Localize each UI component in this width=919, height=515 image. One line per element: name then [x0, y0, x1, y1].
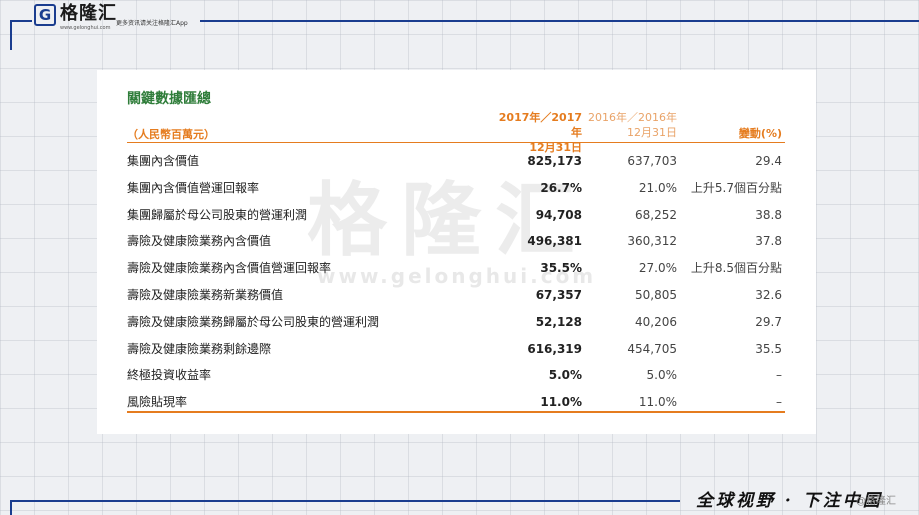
table-cell-v2016: 5.0%	[646, 368, 678, 383]
data-card: 格隆汇 www.gelonghui.com 關鍵數據匯總 （人民幣百萬元） 20…	[97, 70, 816, 434]
column-header-line: 2016年／2016年	[588, 111, 677, 124]
table-cell-change: –	[776, 368, 782, 383]
table-cell-v2017: 26.7%	[540, 180, 582, 195]
frame-line	[10, 20, 12, 50]
frame-line	[10, 500, 680, 502]
table-cell-v2017: 94,708	[535, 207, 582, 222]
table-cell-v2017: 52,128	[535, 314, 582, 329]
table-cell-label: 壽險及健康險業務歸屬於母公司股東的營運利潤	[127, 314, 380, 329]
table-cell-v2016: 40,206	[635, 314, 677, 329]
table-cell-label: 壽險及健康險業務新業務價值	[127, 287, 284, 302]
table-cell-v2017: 616,319	[527, 341, 582, 356]
table-row: 壽險及健康險業務內含價值營運回報率 35.5% 27.0% 上升8.5個百分點	[127, 255, 785, 282]
credit: @格隆汇	[856, 496, 896, 507]
table-cell-v2017: 35.5%	[540, 261, 582, 276]
header-divider	[127, 142, 785, 143]
column-header-2016: 2016年／2016年 12月31日	[587, 110, 677, 140]
table-cell-v2016: 27.0%	[638, 261, 677, 276]
table-cell-label: 集團歸屬於母公司股東的營運利潤	[127, 207, 308, 222]
slogan: 全球视野 · 下注中国	[696, 491, 883, 511]
table-row: 集團內含價值 825,173 637,703 29.4	[127, 148, 785, 175]
table-row: 壽險及健康險業務剩餘邊際 616,319 454,705 35.5	[127, 336, 785, 363]
table-cell-v2017: 496,381	[527, 234, 582, 249]
column-header-change: 變動(%)	[738, 127, 782, 140]
brand-name: 格隆汇	[60, 3, 117, 24]
table-row: 壽險及健康險業務內含價值 496,381 360,312 37.8	[127, 228, 785, 255]
table-cell-label: 集團內含價值營運回報率	[127, 180, 260, 195]
table-cell-v2017: 825,173	[527, 154, 582, 168]
table-unit: （人民幣百萬元）	[127, 128, 215, 141]
table-cell-v2016: 454,705	[627, 341, 677, 356]
table-cell-v2016: 360,312	[627, 234, 677, 249]
footer-divider	[127, 411, 785, 413]
table-title: 關鍵數據匯總	[127, 91, 211, 107]
table-cell-change: 38.8	[755, 207, 782, 222]
table-row: 壽險及健康險業務歸屬於母公司股東的營運利潤 52,128 40,206 29.7	[127, 309, 785, 336]
column-header-line: 2017年／2017年	[498, 111, 582, 139]
table-cell-v2017: 67,357	[535, 287, 582, 302]
table-cell-change: 上升8.5個百分點	[690, 261, 782, 276]
table-cell-change: 上升5.7個百分點	[690, 180, 782, 195]
logo-icon: G	[34, 4, 56, 26]
table-cell-v2016: 68,252	[635, 207, 677, 222]
table-cell-change: 29.4	[755, 154, 782, 168]
table-cell-label: 壽險及健康險業務剩餘邊際	[127, 341, 272, 356]
frame-line	[200, 20, 919, 22]
table-row: 集團內含價值營運回報率 26.7% 21.0% 上升5.7個百分點	[127, 175, 785, 202]
column-header-line: 12月31日	[627, 126, 677, 139]
frame-line	[10, 500, 12, 515]
brand-url: www.gelonghui.com	[60, 25, 111, 31]
table-row: 壽險及健康險業務新業務價值 67,357 50,805 32.6	[127, 282, 785, 309]
table-cell-v2017: 5.0%	[548, 368, 582, 383]
table-row: 集團歸屬於母公司股東的營運利潤 94,708 68,252 38.8	[127, 202, 785, 229]
table-cell-v2016: 50,805	[635, 287, 677, 302]
table-cell-change: 37.8	[755, 234, 782, 249]
table-cell-change: 35.5	[755, 341, 782, 356]
table-cell-label: 集團內含價值	[127, 154, 200, 168]
table-cell-v2016: 637,703	[627, 154, 677, 168]
table-body: 集團內含價值 825,173 637,703 29.4 集團內含價值營運回報率 26.7%…	[127, 148, 785, 416]
frame-line	[10, 20, 32, 22]
table-cell-label: 壽險及健康險業務內含價值營運回報率	[127, 261, 332, 276]
table-cell-label: 終極投資收益率	[127, 368, 212, 383]
table-row: 終極投資收益率 5.0% 5.0% –	[127, 362, 785, 389]
table-cell-label: 壽險及健康險業務內含價值	[127, 234, 272, 249]
tagline: 更多资讯请关注格隆汇App	[116, 20, 188, 27]
table-cell-change: 29.7	[755, 314, 782, 329]
table-cell-v2016: 21.0%	[638, 180, 677, 195]
table-cell-change: 32.6	[755, 287, 782, 302]
